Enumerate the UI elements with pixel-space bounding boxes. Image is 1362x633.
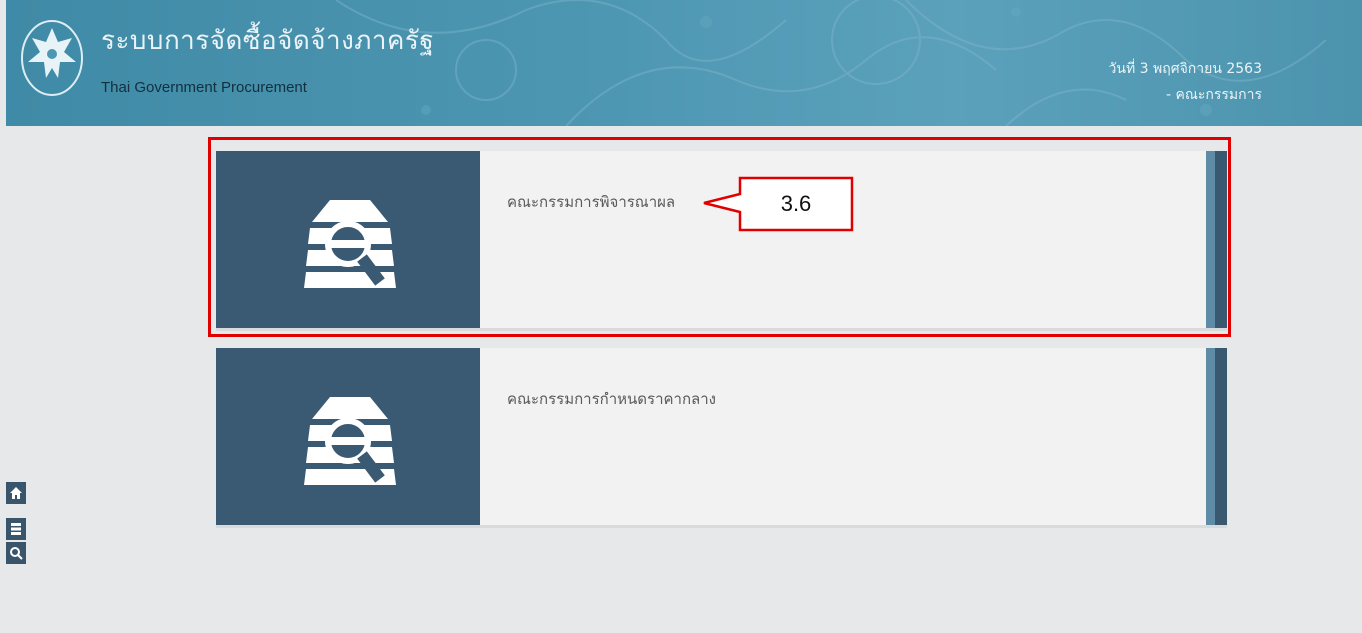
card-edge-accent xyxy=(1206,348,1215,525)
card-label[interactable]: คณะกรรมการกำหนดราคากลาง xyxy=(507,387,716,411)
current-date: วันที่ 3 พฤศจิกายน 2563 xyxy=(1108,61,1262,77)
menu-card-median-price-committee[interactable]: คณะกรรมการกำหนดราคากลาง xyxy=(216,348,1227,525)
garuda-logo xyxy=(21,20,83,96)
header-banner: ระบบการจัดซื้อจัดจ้างภาครัฐ Thai Governm… xyxy=(6,0,1362,126)
annotation-callout-label: 3.6 xyxy=(780,191,812,216)
search-icon xyxy=(10,547,23,560)
app-title-thai: ระบบการจัดซื้อจัดจ้างภาครัฐ xyxy=(101,26,435,56)
home-icon xyxy=(10,487,22,499)
menu-button[interactable] xyxy=(6,518,26,540)
card-edge-accent-dark xyxy=(1215,348,1227,525)
card-icon-panel xyxy=(216,348,480,525)
annotation-highlight-box xyxy=(208,137,1231,337)
app-title-english: Thai Government Procurement xyxy=(101,79,307,96)
menu-icon xyxy=(11,523,21,535)
search-button[interactable] xyxy=(6,542,26,564)
home-button[interactable] xyxy=(6,482,26,504)
user-role: - คณะกรรมการ xyxy=(1166,87,1262,103)
committee-document-search-icon xyxy=(304,397,396,485)
